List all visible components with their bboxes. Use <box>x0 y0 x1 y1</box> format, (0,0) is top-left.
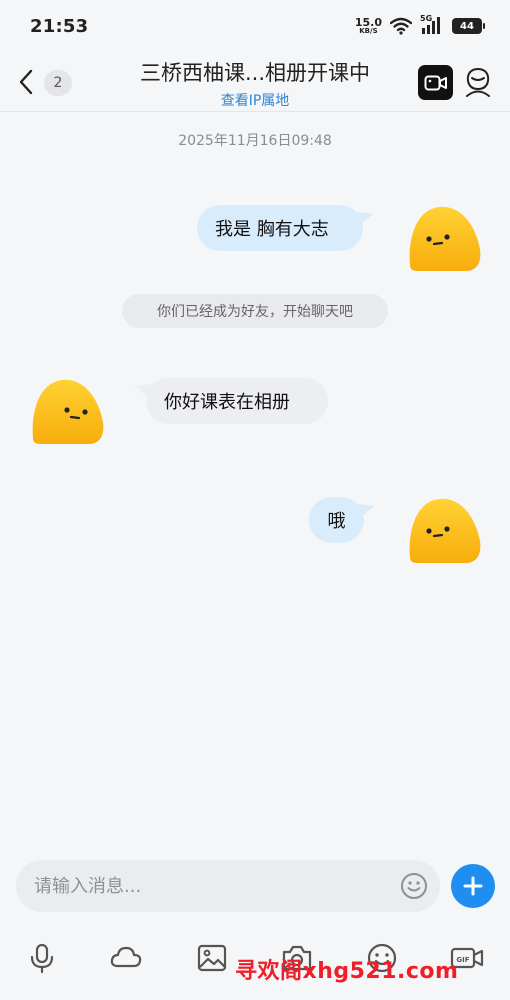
chat-header: 2 三桥西柚课...相册开课中 查看IP属地 <box>0 52 510 112</box>
back-arrow-icon[interactable] <box>16 68 38 96</box>
network-speed-unit: KB/S <box>359 27 378 35</box>
system-notice: 你们已经成为好友，开始聊天吧 <box>122 294 388 328</box>
status-bar: 21:53 15.0 KB/S 5G 44 <box>0 0 510 52</box>
avatar[interactable] <box>406 203 482 273</box>
cell-signal: 5G <box>420 14 444 36</box>
bubble-tail <box>357 212 373 226</box>
message-bubble-received[interactable]: 你好课表在相册 <box>146 378 328 424</box>
more-actions-button[interactable] <box>451 864 495 908</box>
message-bubble-sent[interactable]: 哦 <box>309 497 364 543</box>
bubble-tail <box>358 504 374 518</box>
watermark-text: 寻欢阁xhg521.com <box>235 959 459 984</box>
image-icon[interactable] <box>195 941 229 975</box>
network-speed: 15.0 KB/S <box>355 17 382 35</box>
microphone-icon[interactable] <box>25 941 59 975</box>
video-camera-icon <box>424 75 447 90</box>
battery-indicator: 44 <box>452 18 485 34</box>
video-call-button[interactable] <box>418 65 453 100</box>
view-ip-location-link[interactable]: 查看IP属地 <box>100 90 410 110</box>
message-text: 你好课表在相册 <box>164 392 290 413</box>
profile-icon[interactable] <box>464 66 492 98</box>
status-icons: 15.0 KB/S 5G 44 <box>355 14 485 36</box>
message-input-container <box>16 860 440 912</box>
battery-level: 44 <box>460 20 474 32</box>
status-time: 21:53 <box>30 15 89 37</box>
message-text: 我是 胸有大志 <box>215 219 329 240</box>
cloud-icon[interactable] <box>109 941 143 975</box>
message-timestamp: 2025年11月16日09:48 <box>178 133 332 149</box>
message-text: 哦 <box>327 511 346 532</box>
chat-title: 三桥西柚课...相册开课中 <box>139 61 371 85</box>
avatar[interactable] <box>406 495 482 565</box>
unread-count-badge[interactable]: 2 <box>44 70 72 96</box>
signal-bars-icon <box>422 17 440 34</box>
message-bubble-sent[interactable]: 我是 胸有大志 <box>197 205 363 251</box>
wifi-icon <box>390 17 412 35</box>
plus-icon <box>463 876 483 896</box>
avatar[interactable] <box>29 376 105 446</box>
emoji-icon[interactable] <box>400 872 428 900</box>
message-input[interactable] <box>34 875 394 897</box>
